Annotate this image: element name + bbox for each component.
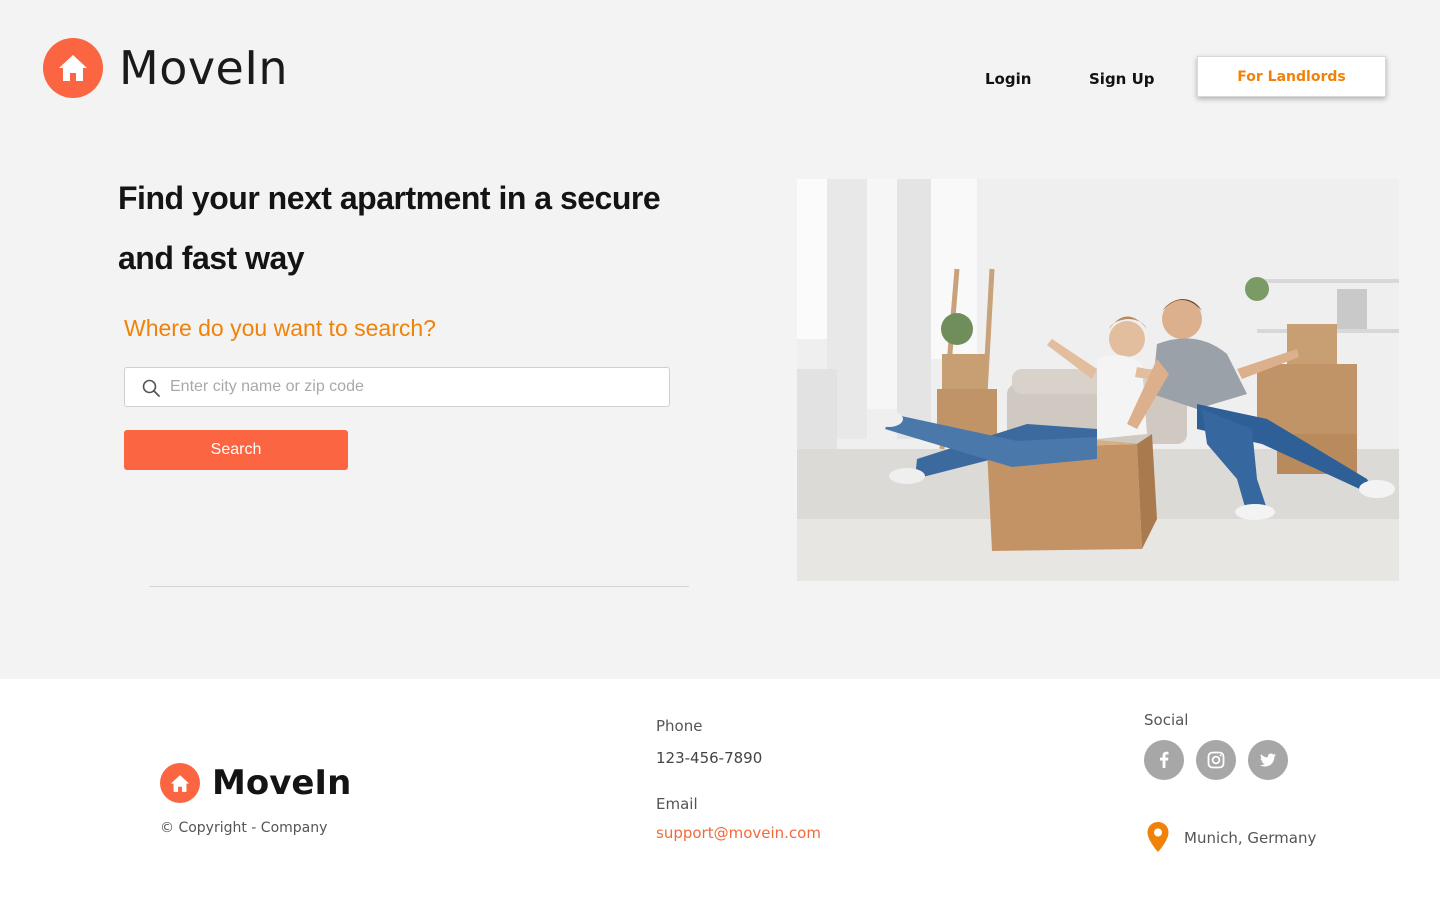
- brand-name: MoveIn: [119, 41, 289, 95]
- location-pin-icon: [1147, 822, 1169, 852]
- home-icon: [43, 38, 103, 98]
- instagram-icon[interactable]: [1196, 740, 1236, 780]
- hero-title: Find your next apartment in a secure and…: [118, 180, 661, 276]
- location-text: Munich, Germany: [1184, 829, 1317, 847]
- phone-label: Phone: [656, 717, 703, 735]
- search-button[interactable]: Search: [124, 430, 348, 470]
- footer-logo[interactable]: MoveIn: [160, 763, 351, 803]
- header-logo[interactable]: MoveIn: [43, 38, 288, 98]
- divider: [149, 586, 689, 587]
- search-box[interactable]: [124, 367, 670, 407]
- twitter-icon[interactable]: [1248, 740, 1288, 780]
- search-heading: Where do you want to search?: [124, 315, 436, 341]
- home-icon: [160, 763, 200, 803]
- footer-brand-name: MoveIn: [212, 763, 352, 803]
- hero-section: MoveIn Login Sign Up For Landlords Find …: [0, 0, 1440, 679]
- signup-link[interactable]: Sign Up: [1089, 70, 1155, 88]
- for-landlords-button[interactable]: For Landlords: [1197, 56, 1386, 97]
- social-label: Social: [1144, 711, 1189, 729]
- phone-value: 123-456-7890: [656, 749, 763, 767]
- hero-photo: [797, 179, 1399, 581]
- login-link[interactable]: Login: [985, 70, 1031, 88]
- copyright-text: © Copyright - Company: [160, 820, 328, 836]
- email-link[interactable]: support@movein.com: [656, 824, 821, 842]
- email-label: Email: [656, 795, 698, 813]
- search-input[interactable]: [170, 368, 660, 406]
- search-icon: [142, 379, 160, 397]
- facebook-icon[interactable]: [1144, 740, 1184, 780]
